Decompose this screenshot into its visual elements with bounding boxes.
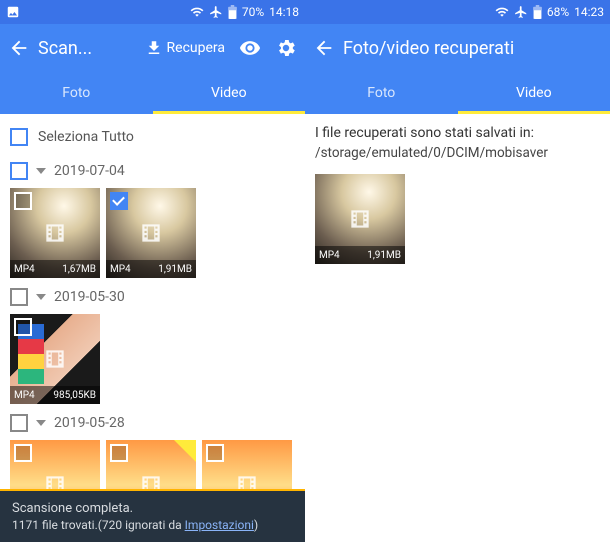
scan-complete-toast: Scansione completa. 1171 file trovati.(7… — [0, 489, 305, 542]
download-icon — [145, 39, 163, 57]
toast-subtitle: 1171 file trovati.(720 ignorati da Impos… — [12, 518, 293, 532]
saved-message: I file recuperati sono stati salvati in:… — [315, 122, 600, 172]
thumb-row: MP41,91MB — [315, 174, 600, 264]
screen-scan: 70% 14:18 Scan... Recupera Foto Video Se… — [0, 0, 305, 542]
screen-recovered: 68% 14:23 Foto/video recuperati Foto Vid… — [305, 0, 610, 542]
thumb-meta: MP4985,05KB — [10, 386, 100, 404]
tab-foto[interactable]: Foto — [0, 72, 153, 114]
thumb-meta: MP41,67MB — [10, 260, 100, 278]
checkbox-icon[interactable] — [10, 288, 28, 306]
thumb-meta: MP41,91MB — [315, 246, 405, 264]
airplane-icon — [514, 5, 528, 19]
film-icon — [138, 220, 164, 246]
battery-icon — [533, 5, 542, 19]
group-date: 2019-05-28 — [54, 415, 125, 431]
airplane-icon — [209, 5, 223, 19]
app-bar: Scan... Recupera — [0, 24, 305, 72]
checkbox-icon[interactable] — [110, 192, 128, 210]
group-header[interactable]: 2019-05-28 — [10, 408, 295, 438]
thumb-row: MP41,67MB MP41,91MB — [10, 188, 295, 278]
appbar-title: Scan... — [38, 38, 139, 59]
checkbox-icon[interactable] — [10, 162, 28, 180]
recovered-content: I file recuperati sono stati salvati in:… — [305, 114, 610, 542]
checkbox-icon[interactable] — [110, 444, 128, 462]
video-thumb[interactable]: MP41,91MB — [106, 188, 196, 278]
appbar-actions: Recupera — [145, 37, 297, 59]
video-thumb[interactable]: MP41,91MB — [315, 174, 405, 264]
back-icon[interactable] — [8, 37, 30, 59]
scan-content: Seleziona Tutto 2019-07-04 MP41,67MB MP4… — [0, 114, 305, 542]
status-bar: 68% 14:23 — [305, 0, 610, 24]
group-date: 2019-07-04 — [54, 163, 125, 179]
tabs: Foto Video — [305, 72, 610, 114]
group-header[interactable]: 2019-07-04 — [10, 156, 295, 186]
film-icon — [42, 346, 68, 372]
checkbox-icon[interactable] — [14, 192, 32, 210]
settings-link[interactable]: Impostazioni — [185, 518, 254, 532]
app-bar: Foto/video recuperati — [305, 24, 610, 72]
back-icon[interactable] — [313, 37, 335, 59]
video-thumb[interactable]: MP41,67MB — [10, 188, 100, 278]
clock: 14:23 — [574, 5, 604, 19]
chevron-down-icon — [36, 420, 46, 426]
toast-title: Scansione completa. — [12, 501, 293, 516]
wifi-icon — [190, 5, 204, 19]
saved-path: /storage/emulated/0/DCIM/mobisaver — [315, 144, 600, 163]
wifi-icon — [495, 5, 509, 19]
tab-video[interactable]: Video — [153, 72, 306, 114]
group-header[interactable]: 2019-05-30 — [10, 282, 295, 312]
battery-percent: 68% — [547, 5, 569, 19]
status-bar: 70% 14:18 — [0, 0, 305, 24]
battery-percent: 70% — [242, 5, 264, 19]
image-indicator-icon — [6, 5, 20, 19]
checkbox-icon[interactable] — [10, 128, 28, 146]
checkbox-icon[interactable] — [14, 318, 32, 336]
badge-icon — [174, 440, 196, 462]
checkbox-icon[interactable] — [14, 444, 32, 462]
checkbox-icon[interactable] — [206, 444, 224, 462]
select-all-row[interactable]: Seleziona Tutto — [10, 122, 295, 152]
thumb-meta: MP41,91MB — [106, 260, 196, 278]
group-date: 2019-05-30 — [54, 289, 125, 305]
chevron-down-icon — [36, 294, 46, 300]
recover-label: Recupera — [167, 40, 225, 56]
thumb-row: MP4985,05KB — [10, 314, 295, 404]
battery-icon — [228, 5, 237, 19]
film-icon — [347, 206, 373, 232]
eye-icon[interactable] — [239, 37, 261, 59]
recover-button[interactable]: Recupera — [145, 39, 225, 57]
select-all-label: Seleziona Tutto — [38, 129, 134, 145]
tab-video[interactable]: Video — [458, 72, 610, 114]
chevron-down-icon — [36, 168, 46, 174]
tab-foto[interactable]: Foto — [305, 72, 458, 114]
gear-icon[interactable] — [275, 37, 297, 59]
checkbox-icon[interactable] — [10, 414, 28, 432]
clock: 14:18 — [269, 5, 299, 19]
video-thumb[interactable]: MP4985,05KB — [10, 314, 100, 404]
appbar-title: Foto/video recuperati — [343, 38, 602, 59]
tabs: Foto Video — [0, 72, 305, 114]
film-icon — [42, 220, 68, 246]
